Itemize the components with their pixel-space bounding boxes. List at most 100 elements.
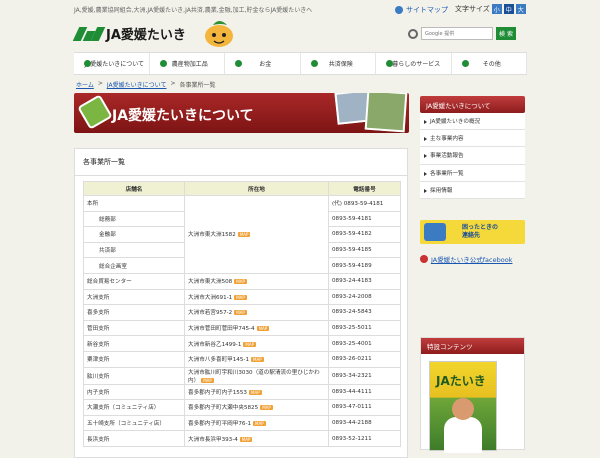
table-row: 大洲支所 大洲市大洲691-1 MAP 0893-24-2008 (83, 288, 401, 306)
office-name: 大洲支所 (83, 288, 185, 306)
top-bar: JA,愛媛,農業協同組合,大洲,JA愛媛たいき,JA共済,農業,金融,加工,貯金… (0, 0, 600, 18)
office-phone: 0893-44-4111 (328, 383, 401, 401)
office-phone: 0893-59-4181 (328, 210, 401, 228)
emergency-contact-banner[interactable]: 困ったときの 連絡先 (420, 220, 525, 244)
office-address: 大洲市新谷乙1499-1 MAP (184, 335, 329, 352)
arrow-circle-icon (420, 255, 428, 263)
map-button[interactable]: MAP (251, 357, 264, 363)
table-row: 新谷支所 大洲市新谷乙1499-1 MAP 0893-25-4001 (83, 335, 401, 352)
magazine-title: JAたいき (436, 374, 486, 388)
site-logo[interactable]: JA愛媛たいき (72, 24, 186, 43)
search-button[interactable]: 検 索 (496, 27, 516, 40)
emergency-line-2: 連絡先 (462, 232, 481, 239)
office-phone: (代) 0893-59-4181 (328, 195, 401, 212)
map-button[interactable]: MAP (253, 421, 266, 427)
map-button[interactable]: MAP (234, 310, 247, 316)
nav-item-products[interactable]: 農産物加工品 (150, 53, 225, 74)
font-size-switcher: 文字サイズ 小 中 大 (455, 4, 526, 14)
office-name: 五十崎支所（コミュニティ店） (83, 414, 185, 432)
office-address: 大洲市長浜甲393-4 MAP (184, 430, 329, 447)
font-size-small-button[interactable]: 小 (491, 4, 502, 14)
office-name: 金融部 (83, 226, 185, 243)
nav-item-about[interactable]: JA愛媛たいきについて (74, 53, 150, 74)
office-address: 喜多郡内子町内子1553 MAP (184, 383, 329, 401)
sidebar-item-offices[interactable]: 各事業所一覧 (420, 164, 525, 182)
office-phone: 0893-59-4185 (328, 241, 401, 259)
sidebar-item-recruit[interactable]: 採用情報 (420, 181, 525, 199)
office-name: 本所 (83, 195, 185, 212)
section-title: 各事業所一覧 (75, 149, 407, 176)
table-row: 長浜支所 大洲市長浜甲393-4 MAP 0893-52-1211 (83, 430, 401, 447)
office-name: 大瀬支所（コミュニティ店） (83, 399, 185, 416)
table-row: 総合貿易センター 大洲市東大洲508 MAP 0893-24-4183 (83, 272, 401, 290)
table-row: 内子支所 喜多郡内子町内子1553 MAP 0893-44-4111 (83, 383, 401, 401)
office-phone: 0893-25-5011 (328, 319, 401, 337)
nav-item-other[interactable]: その他 (452, 53, 527, 74)
office-name: 菅田支所 (83, 319, 185, 337)
office-phone: 0893-59-4182 (328, 226, 401, 243)
map-button[interactable]: MAP (243, 341, 256, 347)
pencil-icon (77, 94, 113, 130)
address-text: 喜多郡内子町平岡甲76-1 (188, 421, 252, 428)
table-row: 本所 大洲市東大洲1582 MAP (代) 0893-59-4181 (83, 195, 401, 274)
table-row: 粟津支所 大洲市八多喜町甲145-1 MAP 0893-26-0211 (83, 350, 401, 368)
office-address: 大洲市東大洲1582 MAP (184, 195, 329, 274)
global-nav: JA愛媛たいきについて 農産物加工品 お金 共済保険 暮らしのサービス その他 (74, 52, 527, 75)
map-button[interactable]: MAP (234, 294, 247, 300)
map-button[interactable]: MAP (234, 279, 247, 285)
office-name: 内子支所 (83, 383, 185, 401)
offices-table: 店舗名 所在地 電話番号 本所 大洲市東大洲1582 MAP (代) 0893-59-… (83, 181, 401, 447)
featured-content: 特設コンテンツ JAたいき (420, 337, 525, 453)
featured-header: 特設コンテンツ (421, 338, 524, 354)
office-name: 長浜支所 (83, 430, 185, 447)
ja-logo-icon (72, 26, 106, 41)
sidebar-nav: JA愛媛たいきについて JA愛媛たいきの概況 主な事業内容 事業活動報告 各事業… (420, 96, 525, 199)
font-size-medium-button[interactable]: 中 (503, 4, 514, 14)
sitemap-label[interactable]: サイトマップ (406, 5, 448, 15)
hero-banner: JA愛媛たいきについて (74, 93, 409, 133)
facebook-label: JA愛媛たいき公式facebook (431, 256, 513, 264)
magazine-cover[interactable]: JAたいき (429, 361, 497, 453)
map-button[interactable]: MAP (239, 436, 253, 442)
address-text: 喜多郡内子町内子1553 (188, 389, 247, 396)
nav-item-life-services[interactable]: 暮らしのサービス (376, 53, 452, 74)
breadcrumb-current: 各事業所一覧 (179, 82, 216, 89)
office-phone: 0893-24-2008 (328, 288, 401, 306)
sidebar-header[interactable]: JA愛媛たいきについて (420, 96, 525, 113)
search-icon (408, 28, 418, 39)
map-button[interactable]: MAP (201, 377, 214, 383)
emergency-line-1: 困ったときの (462, 224, 499, 231)
offices-panel: 各事業所一覧 店舗名 所在地 電話番号 本所 大洲市東大洲1582 MAP (代) 0… (74, 148, 408, 458)
nav-item-money[interactable]: お金 (225, 53, 301, 74)
office-address: 大洲市肱川町宇和川3030（道の駅清流の里ひじかわ内） MAP (184, 366, 329, 385)
sidebar-item-business[interactable]: 主な事業内容 (420, 130, 525, 148)
sitemap-link[interactable]: サイトマップ (395, 5, 448, 15)
facebook-link[interactable]: JA愛媛たいき公式facebook (420, 254, 512, 264)
sidebar-item-overview[interactable]: JA愛媛たいきの概況 (420, 113, 525, 131)
nav-item-insurance[interactable]: 共済保険 (301, 53, 376, 74)
office-phone: 0893-24-4183 (328, 272, 401, 290)
search-input[interactable] (421, 27, 493, 40)
map-button[interactable]: MAP (237, 232, 251, 238)
office-name: 新谷支所 (83, 335, 185, 352)
office-address: 大洲市菅田町菅田甲745-4 MAP (184, 319, 329, 337)
office-name: 粟津支所 (83, 350, 185, 368)
column-header: 所在地 (184, 181, 329, 196)
font-size-large-button[interactable]: 大 (515, 4, 526, 14)
address-text: 大洲市東大洲1582 (188, 232, 236, 239)
table-row: 肱川支所 大洲市肱川町宇和川3030（道の駅清流の里ひじかわ内） MAP 0893-3… (83, 366, 401, 385)
site-tagline: JA,愛媛,農業協同組合,大洲,JA愛媛たいき,JA共済,農業,金融,加工,貯金… (74, 6, 313, 14)
office-phone: 0893-25-4001 (328, 335, 401, 352)
table-row: 五十崎支所（コミュニティ店） 喜多郡内子町平岡甲76-1 MAP 0893-44-21… (83, 414, 401, 432)
map-button[interactable]: MAP (260, 405, 273, 411)
address-text: 大洲市長浜甲393-4 (188, 436, 238, 443)
logo-text: JA愛媛たいき (106, 28, 186, 43)
breadcrumb-parent[interactable]: JA愛媛たいきについて (107, 80, 167, 89)
field-photo (364, 93, 408, 133)
breadcrumb-home[interactable]: ホーム (76, 80, 94, 89)
address-text: 大洲市新谷乙1499-1 (188, 341, 242, 348)
map-button[interactable]: MAP (249, 389, 262, 395)
office-name: 総合貿易センター (83, 272, 185, 290)
sidebar-item-reports[interactable]: 事業活動報告 (420, 147, 525, 165)
map-button[interactable]: MAP (256, 326, 270, 332)
